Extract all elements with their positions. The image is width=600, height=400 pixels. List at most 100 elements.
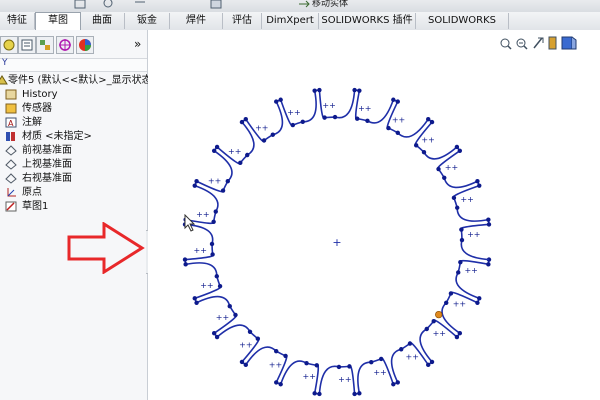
sketch-point[interactable]	[454, 144, 460, 150]
gear-tooth-flank[interactable]	[302, 90, 317, 123]
property-manager-icon[interactable]	[18, 36, 36, 54]
sketch-point[interactable]	[442, 175, 447, 181]
sketch-point[interactable]	[457, 148, 463, 153]
toolbar-button-icon[interactable]	[102, 0, 114, 10]
sketch-point[interactable]	[192, 296, 197, 301]
sketch-point[interactable]	[486, 222, 492, 227]
sketch-point[interactable]	[274, 349, 279, 354]
gear-tooth-flank[interactable]	[334, 89, 356, 119]
gear-tooth-flank[interactable]	[357, 361, 372, 394]
feature-manager-icon[interactable]	[0, 36, 18, 54]
sketch-point[interactable]	[431, 318, 436, 324]
sketch-point[interactable]	[457, 331, 463, 336]
move-entities-button[interactable]: 移动实体	[312, 0, 348, 9]
sketch-point[interactable]	[352, 391, 357, 397]
sketch-point[interactable]	[429, 119, 435, 125]
sketch-point[interactable]	[211, 148, 217, 153]
tab-features[interactable]: 特征	[0, 13, 35, 29]
gear-tooth-flank[interactable]	[318, 365, 340, 395]
sketch-point[interactable]	[421, 150, 427, 155]
sketch-point[interactable]	[243, 116, 248, 122]
sketch-point[interactable]	[312, 88, 317, 93]
sketch-point[interactable]	[233, 312, 238, 318]
sketch-point[interactable]	[352, 87, 357, 93]
toolbar-button-icon[interactable]	[74, 0, 86, 10]
sketch-point[interactable]	[255, 336, 261, 341]
sketch-point[interactable]	[475, 179, 480, 184]
tab-solidworks-addins[interactable]: SOLIDWORKS 插件	[319, 13, 416, 29]
sketch-point[interactable]	[238, 160, 243, 166]
toolbar-button-icon[interactable]	[134, 0, 146, 10]
sketch-point[interactable]	[245, 152, 250, 158]
sketch-point[interactable]	[386, 125, 391, 131]
sketch-point[interactable]	[278, 382, 283, 387]
tab-evaluate[interactable]: 评估	[223, 13, 262, 29]
sketch-point[interactable]	[357, 88, 362, 93]
sketch-point[interactable]	[369, 360, 374, 365]
sketch-point[interactable]	[451, 195, 457, 201]
sketch-point[interactable]	[436, 166, 441, 172]
sketch-point[interactable]	[355, 116, 360, 121]
sketch-point[interactable]	[314, 363, 319, 368]
tab-dimxpert[interactable]: DimXpert	[262, 13, 319, 29]
sketch-point[interactable]	[395, 380, 400, 385]
sketch-point[interactable]	[211, 219, 216, 224]
sketch-point[interactable]	[456, 270, 461, 275]
sketch-point[interactable]	[274, 99, 279, 104]
sketch-point[interactable]	[243, 362, 248, 368]
tab-weldments[interactable]: 焊件	[170, 13, 223, 29]
sketch-point[interactable]	[194, 179, 199, 184]
sketch-point[interactable]	[214, 274, 219, 279]
sketch-point[interactable]	[210, 252, 215, 257]
section-view-icon[interactable]	[548, 36, 557, 50]
graphics-area[interactable]: ++ ++ ++ ++ ++ ++ ++ ++ ++ ++ ++ ++ ++ ++ ++ ++ ++ ++ ++ ++…	[148, 30, 600, 400]
previous-view-icon[interactable]	[533, 37, 544, 49]
sketch-point[interactable]	[347, 364, 352, 369]
sketch-point[interactable]	[448, 291, 454, 296]
sketch-point[interactable]	[426, 116, 431, 122]
sketch-point[interactable]	[455, 205, 460, 210]
sketch-point[interactable]	[444, 300, 449, 305]
sketch-point[interactable]	[391, 97, 396, 102]
sketch-point[interactable]	[317, 87, 322, 93]
sketch-point[interactable]	[227, 303, 232, 309]
sketch-point[interactable]	[365, 118, 370, 123]
sketch-point[interactable]	[274, 380, 279, 385]
sketch-point[interactable]	[239, 359, 245, 365]
sketch-point[interactable]	[391, 382, 396, 387]
sketch-point[interactable]	[424, 326, 429, 332]
view-orientation-icon[interactable]	[561, 36, 577, 50]
sketch-viewport[interactable]: ++++++++++++++++++++++++++++++++++++ ++++…	[148, 30, 600, 400]
sketch-point[interactable]	[398, 347, 404, 352]
sketch-point[interactable]	[209, 241, 215, 247]
gear-tooth-flank[interactable]	[443, 177, 478, 189]
sketch-point[interactable]	[458, 260, 463, 265]
sketch-point[interactable]	[317, 391, 322, 397]
sketch-point[interactable]	[211, 331, 217, 336]
tab-surfaces[interactable]: 曲面	[80, 13, 125, 29]
filter-icon[interactable]: Y	[2, 58, 8, 68]
sketch-point[interactable]	[278, 97, 283, 102]
sketch-point[interactable]	[290, 122, 296, 128]
sketch-point[interactable]	[283, 353, 288, 359]
zoom-to-fit-icon[interactable]	[500, 38, 512, 50]
sketch-point[interactable]	[322, 115, 327, 120]
sketch-point[interactable]	[214, 334, 220, 340]
sketch-point[interactable]	[475, 300, 480, 305]
sketch-point[interactable]	[336, 364, 342, 370]
sketch-point[interactable]	[304, 361, 309, 366]
sketch-point[interactable]	[183, 262, 188, 267]
sketch-point[interactable]	[312, 391, 317, 396]
sketch-point[interactable]	[225, 179, 230, 184]
selected-sketch-point[interactable]	[435, 310, 443, 319]
gear-tooth-flank[interactable]	[196, 295, 231, 307]
configuration-manager-icon[interactable]	[36, 36, 54, 54]
sketch-point[interactable]	[213, 209, 218, 214]
display-manager-icon[interactable]	[76, 36, 94, 54]
sketch-point[interactable]	[300, 119, 305, 124]
sketch-point[interactable]	[220, 188, 226, 193]
sketch-point[interactable]	[192, 183, 197, 188]
sketch-point[interactable]	[459, 227, 464, 232]
sketch-point[interactable]	[214, 144, 220, 150]
sketch-point[interactable]	[459, 237, 465, 243]
